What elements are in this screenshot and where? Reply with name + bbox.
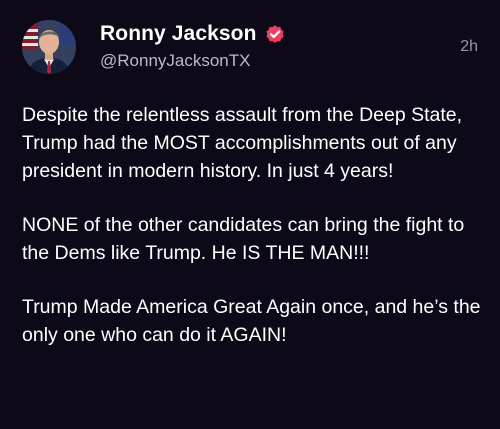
post-body: Despite the relentless assault from the …	[22, 101, 484, 375]
post-paragraph: Despite the relentless assault from the …	[22, 104, 463, 182]
post-paragraph: Trump Made America Great Again once, and…	[22, 296, 481, 346]
post-timestamp[interactable]: 2h	[460, 38, 478, 56]
profile-photo-icon	[22, 20, 76, 74]
author-display-name[interactable]: Ronny Jackson	[100, 22, 257, 46]
post-paragraph: NONE of the other candidates can bring t…	[22, 214, 465, 264]
post-card: Ronny Jackson @RonnyJacksonTX 2h Despite…	[0, 0, 500, 429]
author-name-row: Ronny Jackson	[100, 22, 286, 46]
avatar[interactable]	[22, 20, 76, 74]
author-handle[interactable]: @RonnyJacksonTX	[100, 51, 251, 71]
verified-badge-icon	[264, 23, 286, 45]
